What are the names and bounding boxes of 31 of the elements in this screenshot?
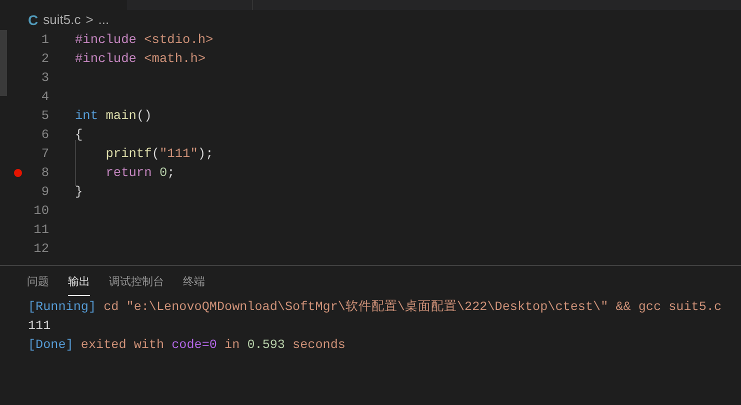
line-number: 11 (32, 220, 49, 239)
output-line: [Running] cd "e:\LenovoQMDownload\SoftMgr\软件配置\桌面配置\222\Desktop\ctest\" && gcc suit5.c (28, 298, 722, 316)
breakpoint-dot[interactable] (14, 168, 22, 176)
code-line: #include <stdio.h> (75, 30, 214, 49)
code-line: #include <math.h> (75, 50, 206, 68)
breadcrumb-file[interactable]: suit5.c (43, 10, 81, 30)
code-line: return 0; (75, 162, 175, 182)
code-line: } (75, 182, 83, 201)
line-number: 2 (40, 50, 49, 68)
line-number: 10 (32, 202, 49, 220)
output-line: [Done] exited with code=0 in 0.593 seconds (28, 337, 346, 354)
panel-tab[interactable]: 输出 (68, 274, 90, 296)
line-number: 5 (40, 106, 49, 125)
panel-tab[interactable]: 调试控制台 (109, 274, 164, 296)
code-line: { (75, 126, 83, 144)
line-number: 3 (40, 68, 49, 87)
line-number: 6 (40, 126, 49, 144)
c-file-icon: C (28, 10, 38, 30)
code-line: int main() (75, 106, 152, 125)
scroll-indicator (0, 30, 7, 96)
line-number: 7 (40, 144, 49, 163)
panel-tab[interactable]: 终端 (183, 274, 205, 296)
line-number: 9 (40, 182, 49, 201)
panel-tab[interactable]: 问题 (27, 274, 49, 296)
line-number: 1 (40, 30, 49, 49)
breadcrumb-separator: > (86, 11, 94, 30)
line-number: 8 (40, 164, 49, 182)
output-line: 111 (28, 318, 52, 335)
line-number: 4 (40, 88, 49, 106)
line-number: 12 (32, 240, 49, 258)
breadcrumb-more[interactable]: ... (98, 10, 110, 30)
